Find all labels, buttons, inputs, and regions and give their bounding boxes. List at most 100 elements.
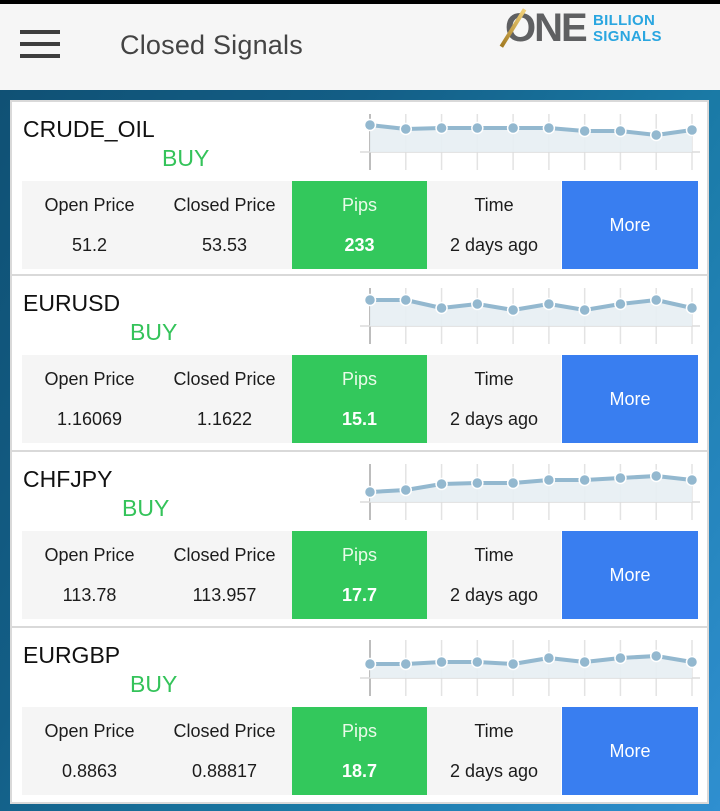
signal-card: EURGBP BUY Open Price 0.8863 Closed Price… <box>10 628 709 804</box>
sparkline-point <box>506 657 520 671</box>
open-price-cell: Open Price 51.2 <box>22 181 157 269</box>
signal-stats: Open Price 1.16069 Closed Price 1.1622 Pip… <box>22 355 698 443</box>
open-price-label: Open Price <box>44 720 135 741</box>
sparkline-point <box>435 477 448 491</box>
sparkline-point <box>649 128 663 142</box>
closed-price-cell: Closed Price 1.1622 <box>157 355 292 443</box>
time-label: Time <box>474 368 514 389</box>
sparkline-point <box>435 301 448 315</box>
logo-line1: BILLION <box>593 12 656 29</box>
open-price-label: Open Price <box>44 368 135 389</box>
sparkline-point <box>578 655 591 669</box>
signal-stats: Open Price 113.78 Closed Price 113.957 Pip… <box>22 531 698 619</box>
signal-side: BUY <box>122 495 170 521</box>
sparkline-point <box>614 651 627 665</box>
closed-price-label: Closed Price <box>173 194 276 215</box>
signal-card: CRUDE_OIL BUY Open Price 51.2 Closed Pric… <box>10 100 709 276</box>
pips-value: 233 <box>344 234 375 255</box>
pips-label: Pips <box>341 544 377 565</box>
sparkline-point <box>685 301 699 315</box>
open-price-label: Open Price <box>44 194 135 215</box>
sparkline-point <box>542 121 556 135</box>
app-bar: Closed Signals ONE BILLION SIGNALS <box>0 4 720 90</box>
sparkline-point <box>363 657 377 671</box>
signal-symbol: CRUDE_OIL <box>23 116 155 142</box>
signal-card: EURUSD BUY Open Price 1.16069 Closed Pric… <box>10 276 709 452</box>
sparkline-point <box>435 655 448 669</box>
signal-symbol: CHFJPY <box>23 466 113 492</box>
signal-symbol: EURUSD <box>23 290 121 316</box>
open-price-value: 1.16069 <box>56 408 123 429</box>
open-price-cell: Open Price 1.16069 <box>22 355 157 443</box>
closed-price-cell: Closed Price 53.53 <box>157 181 292 269</box>
closed-price-label: Closed Price <box>173 368 276 389</box>
signal-symbol: EURGBP <box>23 642 121 668</box>
pips-cell: Pips 17.7 <box>292 531 427 619</box>
sparkline-point <box>399 483 413 497</box>
pips-label: Pips <box>341 194 377 215</box>
sparkline-point <box>399 122 413 136</box>
signal-side: BUY <box>162 145 210 171</box>
more-button[interactable]: More <box>562 181 698 269</box>
pips-label: Pips <box>341 368 377 389</box>
pips-label: Pips <box>341 720 377 741</box>
sparkline-chart <box>360 114 700 170</box>
time-value: 2 days ago <box>449 760 539 781</box>
sparkline-point <box>542 473 556 487</box>
sparkline-point <box>399 293 413 307</box>
sparkline-chart <box>360 640 700 696</box>
sparkline-point <box>614 471 627 485</box>
open-price-value: 0.8863 <box>61 760 118 781</box>
sparkline-point <box>685 655 699 669</box>
sparkline-point <box>471 121 484 135</box>
open-price-cell: Open Price 0.8863 <box>22 707 157 795</box>
time-cell: Time 2 days ago <box>427 707 561 795</box>
sparkline-point <box>542 651 556 665</box>
time-value: 2 days ago <box>449 584 539 605</box>
pips-cell: Pips 15.1 <box>292 355 427 443</box>
pips-value: 15.1 <box>341 408 378 429</box>
time-label: Time <box>474 544 514 565</box>
pips-value: 18.7 <box>341 760 378 781</box>
sparkline-point <box>506 303 520 317</box>
more-button[interactable]: More <box>562 531 698 619</box>
sparkline-point <box>471 476 484 490</box>
closed-price-value: 0.88817 <box>191 760 258 781</box>
time-value: 2 days ago <box>449 234 539 255</box>
open-price-cell: Open Price 113.78 <box>22 531 157 619</box>
signal-stats: Open Price 0.8863 Closed Price 0.88817 Pip… <box>22 707 698 795</box>
more-button[interactable]: More <box>562 707 698 795</box>
sparkline-point <box>685 123 699 137</box>
time-label: Time <box>474 194 514 215</box>
signal-side: BUY <box>130 319 178 345</box>
sparkline-chart <box>360 288 700 344</box>
sparkline-point <box>506 476 520 490</box>
sparkline-point <box>649 649 663 663</box>
sparkline-point <box>471 297 484 311</box>
sparkline-point <box>363 485 377 499</box>
time-cell: Time 2 days ago <box>427 355 561 443</box>
closed-price-cell: Closed Price 113.957 <box>157 531 292 619</box>
open-price-value: 51.2 <box>71 234 108 255</box>
page-title: Closed Signals <box>120 30 303 60</box>
signal-side: BUY <box>130 671 178 697</box>
sparkline-point <box>578 124 591 138</box>
signal-stats: Open Price 51.2 Closed Price 53.53 Pips 233… <box>22 181 698 269</box>
pips-cell: Pips 233 <box>292 181 427 269</box>
pips-value: 17.7 <box>341 584 378 605</box>
signals-list: CRUDE_OIL BUY Open Price 51.2 Closed Pric… <box>10 100 709 804</box>
sparkline-point <box>471 655 484 669</box>
hamburger-menu-icon[interactable] <box>20 28 60 62</box>
sparkline-point <box>506 121 520 135</box>
closed-price-label: Closed Price <box>173 720 276 741</box>
sparkline-point <box>363 118 377 132</box>
sparkline-point <box>542 297 556 311</box>
more-button[interactable]: More <box>562 355 698 443</box>
closed-price-label: Closed Price <box>173 544 276 565</box>
signal-card: CHFJPY BUY Open Price 113.78 Closed Price… <box>10 452 709 628</box>
time-cell: Time 2 days ago <box>427 181 561 269</box>
time-cell: Time 2 days ago <box>427 531 561 619</box>
sparkline-point <box>578 303 591 317</box>
closed-price-value: 1.1622 <box>196 408 253 429</box>
sparkline-point <box>649 469 663 483</box>
